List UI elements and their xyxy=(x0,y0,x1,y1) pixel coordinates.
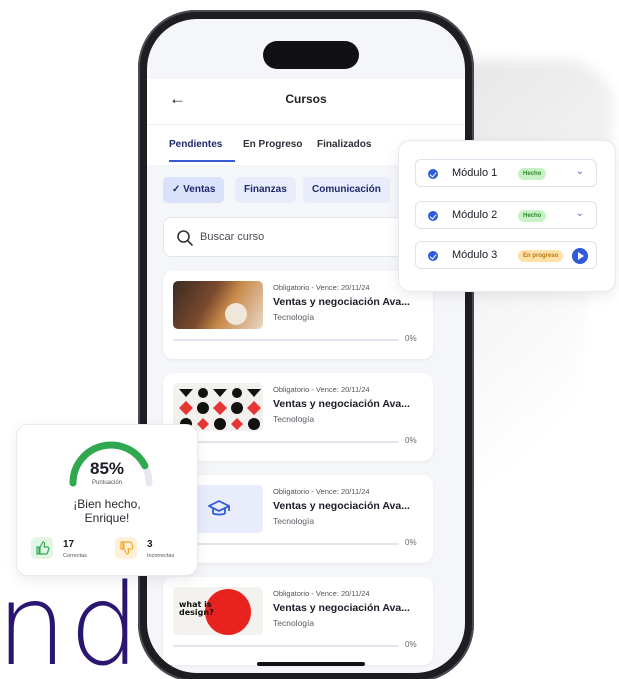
dynamic-island xyxy=(263,41,359,69)
course-category: Tecnología xyxy=(273,414,315,424)
tab-en-progreso[interactable]: En Progreso xyxy=(243,139,302,150)
tab-pendientes[interactable]: Pendientes xyxy=(169,139,222,150)
course-category: Tecnología xyxy=(273,312,315,322)
status-badge: En progreso xyxy=(518,250,564,262)
course-thumbnail-laptop xyxy=(173,281,263,329)
score-card: 85% Puntuación ¡Bien hecho, Enrique! 17 … xyxy=(16,424,198,576)
progress-percent: 0% xyxy=(405,436,417,445)
module-item-1[interactable]: Módulo 1 Hecho ⌄ xyxy=(415,159,597,187)
progress-percent: 0% xyxy=(405,334,417,343)
progress-percent: 0% xyxy=(405,538,417,547)
home-indicator xyxy=(257,662,365,666)
chevron-down-icon[interactable]: ⌄ xyxy=(576,208,584,219)
tab-finalizados[interactable]: Finalizados xyxy=(317,139,371,150)
module-item-2[interactable]: Módulo 2 Hecho ⌄ xyxy=(415,201,597,229)
chevron-down-icon[interactable]: ⌄ xyxy=(576,166,584,177)
course-card[interactable]: Obligatorio - Vence: 20/11/24 Ventas y n… xyxy=(163,373,433,461)
graduation-cap-icon xyxy=(208,500,230,516)
course-meta: Obligatorio - Vence: 20/11/24 xyxy=(273,283,370,292)
incorrect-count: 3 xyxy=(147,539,153,550)
thumbs-up-icon xyxy=(31,537,53,559)
incorrect-label: Incorrectas xyxy=(147,553,175,559)
progress-track xyxy=(173,543,399,545)
page-title: Cursos xyxy=(285,92,327,106)
course-card[interactable]: Obligatorio - Vence: 20/11/24 Ventas y n… xyxy=(163,475,433,563)
check-circle-icon xyxy=(428,211,438,221)
progress-percent: 0% xyxy=(405,640,417,649)
check-circle-icon xyxy=(428,169,438,179)
chip-finanzas[interactable]: Finanzas xyxy=(235,177,296,203)
thumbnail-text: what is design? xyxy=(179,600,214,617)
course-meta: Obligatorio - Vence: 20/11/24 xyxy=(273,589,370,598)
search-icon xyxy=(177,230,193,246)
course-category: Tecnología xyxy=(273,618,315,628)
search-placeholder: Buscar curso xyxy=(200,231,265,243)
chip-comunicacion[interactable]: Comunicación xyxy=(303,177,390,203)
course-card[interactable]: what is design? Obligatorio - Vence: 20/… xyxy=(163,577,433,665)
score-label: Puntuación xyxy=(91,480,123,486)
correct-count: 17 xyxy=(63,539,75,550)
module-label: Módulo 3 xyxy=(452,249,498,261)
score-message-text: ¡Bien hecho, Enrique! xyxy=(73,497,141,525)
phone-screen: ← Cursos Pendientes En Progreso Finaliza… xyxy=(147,19,465,673)
module-item-3[interactable]: Módulo 3 En progreso xyxy=(415,241,597,269)
chip-ventas[interactable]: ✓ Ventas xyxy=(163,177,225,203)
progress-track xyxy=(173,645,399,647)
course-title: Ventas y negociación Ava... xyxy=(273,500,410,512)
module-label: Módulo 1 xyxy=(452,167,498,179)
brand-wordmark: nd xyxy=(0,561,143,679)
course-category: Tecnología xyxy=(273,516,315,526)
progress-track xyxy=(173,339,399,341)
course-title: Ventas y negociación Ava... xyxy=(273,602,410,614)
modules-panel: Módulo 1 Hecho ⌄ Módulo 2 Hecho ⌄ Módulo… xyxy=(398,140,616,292)
app-bar: ← Cursos xyxy=(147,79,465,125)
course-title: Ventas y negociación Ava... xyxy=(273,398,410,410)
course-card[interactable]: Obligatorio - Vence: 20/11/24 Ventas y n… xyxy=(163,271,433,359)
active-tab-indicator xyxy=(169,160,235,162)
correct-label: Correctas xyxy=(63,553,87,559)
course-thumbnail-design: what is design? xyxy=(173,587,263,635)
course-meta: Obligatorio - Vence: 20/11/24 xyxy=(273,487,370,496)
status-badge: Hecho xyxy=(518,210,547,222)
module-label: Módulo 2 xyxy=(452,209,498,221)
score-message: ¡Bien hecho, Enrique! xyxy=(17,497,197,525)
thumbs-down-icon xyxy=(115,537,137,559)
course-title: Ventas y negociación Ava... xyxy=(273,296,410,308)
phone-frame: ← Cursos Pendientes En Progreso Finaliza… xyxy=(138,10,474,679)
play-icon[interactable] xyxy=(572,248,588,264)
check-circle-icon xyxy=(428,251,438,261)
course-meta: Obligatorio - Vence: 20/11/24 xyxy=(273,385,370,394)
hand-shape xyxy=(225,303,247,325)
progress-track xyxy=(173,441,399,443)
score-value: 85% xyxy=(89,459,125,478)
status-badge: Hecho xyxy=(518,168,547,180)
